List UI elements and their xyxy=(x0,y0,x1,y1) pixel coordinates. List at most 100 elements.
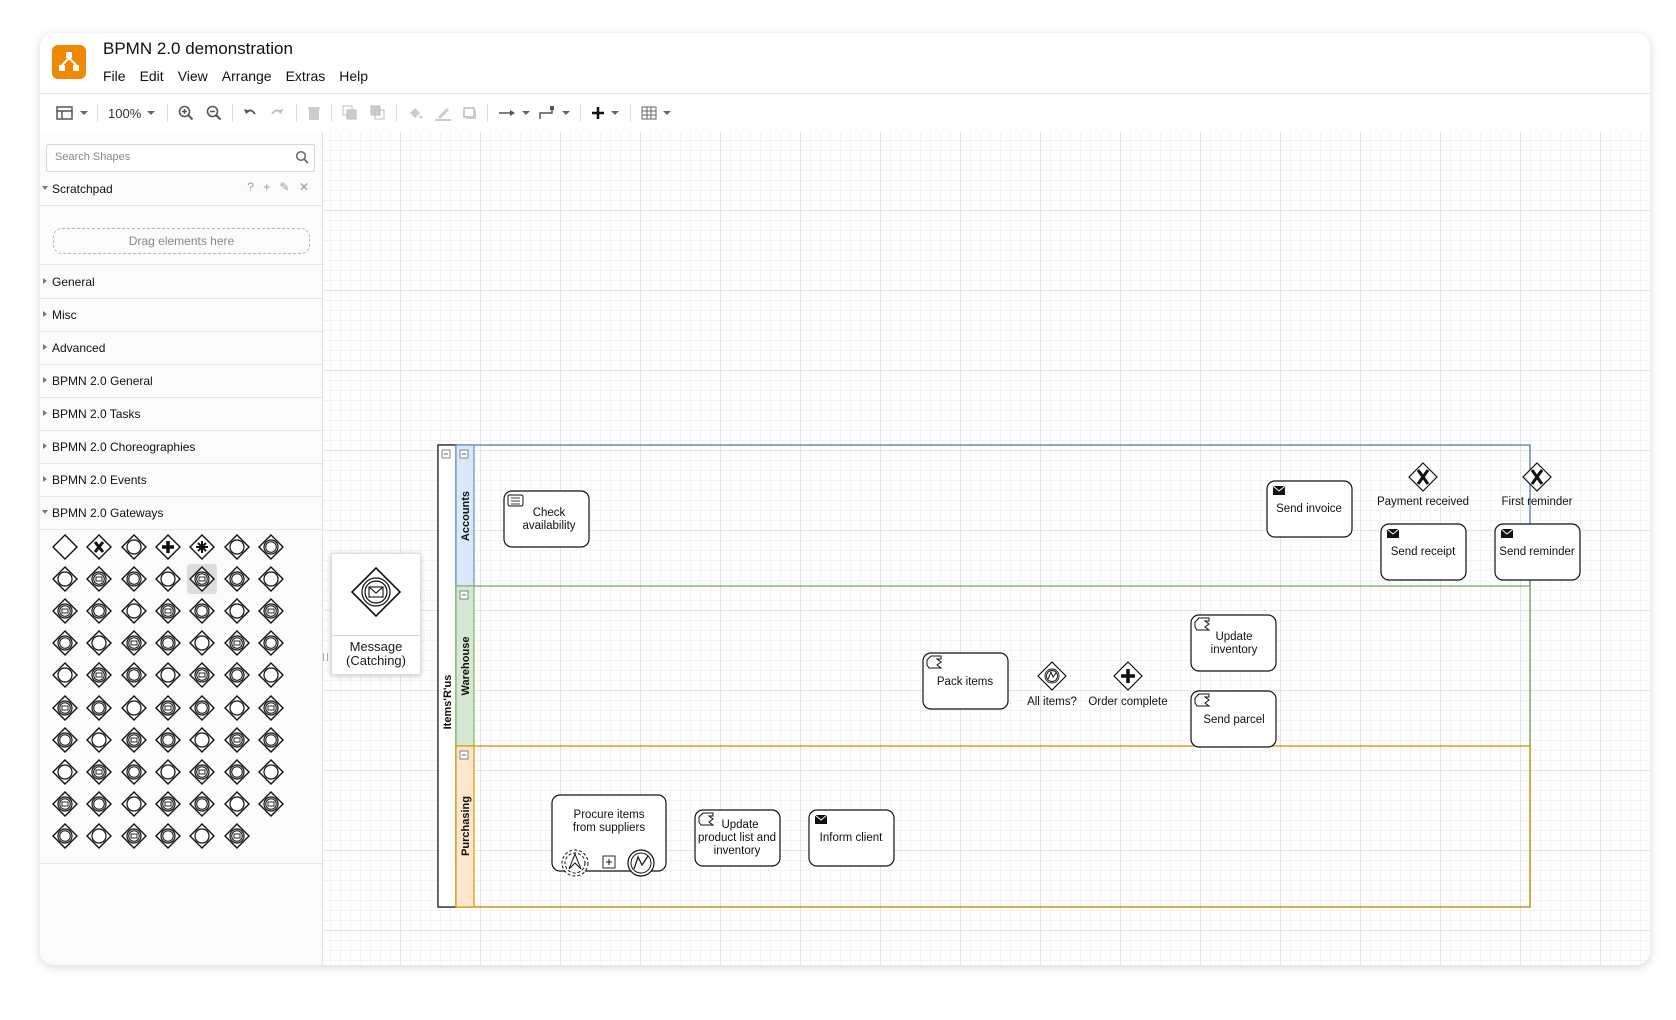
gateway-shape-icon[interactable] xyxy=(84,628,114,658)
gateway-shape-icon[interactable] xyxy=(222,757,252,787)
lane-accounts[interactable]: Accounts xyxy=(455,444,1531,587)
gateway-shape-icon[interactable] xyxy=(50,789,80,819)
gateway-shape-icon[interactable] xyxy=(153,660,183,690)
gateway-shape-icon[interactable] xyxy=(187,789,217,819)
gateway-shape-icon[interactable] xyxy=(256,628,286,658)
gateway-shape-icon[interactable] xyxy=(84,789,114,819)
gateway-shape-icon[interactable] xyxy=(256,757,286,787)
search-input[interactable] xyxy=(53,150,287,164)
section-general[interactable]: General xyxy=(40,265,322,299)
gateway-shape-icon[interactable] xyxy=(222,789,252,819)
gateway-shape-icon[interactable] xyxy=(50,532,80,562)
gateway-shape-icon[interactable] xyxy=(153,693,183,723)
gateway-order-complete[interactable]: Order complete xyxy=(1088,661,1168,708)
gateway-shape-icon[interactable] xyxy=(256,725,286,755)
gateway-shape-icon[interactable] xyxy=(84,757,114,787)
task-send-receipt[interactable]: Send receipt xyxy=(1380,523,1467,581)
gateway-shape-icon[interactable] xyxy=(50,821,80,851)
gateway-shape-icon[interactable] xyxy=(256,532,286,562)
task-update-product-list[interactable]: Update product list and inventory xyxy=(694,809,781,867)
section-bpmn-gateways[interactable]: BPMN 2.0 Gateways xyxy=(40,496,322,530)
gateway-shape-icon[interactable] xyxy=(119,660,149,690)
gateway-shape-icon[interactable] xyxy=(222,660,252,690)
zoom-select[interactable]: 100% xyxy=(108,103,156,123)
menu-help[interactable]: Help xyxy=(339,68,368,84)
section-scratchpad[interactable]: Scratchpad ? + ✎ ✕ xyxy=(40,172,322,206)
gateway-payment-received[interactable]: Payment received xyxy=(1377,462,1469,508)
gateway-shape-icon[interactable] xyxy=(153,564,183,594)
view-panels-button[interactable] xyxy=(56,103,88,123)
gateway-shape-icon[interactable] xyxy=(256,596,286,626)
gateway-shape-icon[interactable] xyxy=(187,660,217,690)
section-misc[interactable]: Misc xyxy=(40,298,322,332)
gateway-shape-icon[interactable] xyxy=(119,821,149,851)
task-inform-client[interactable]: Inform client xyxy=(808,809,895,867)
gateway-all-items[interactable]: All items? xyxy=(1027,661,1077,708)
gateway-shape-icon[interactable] xyxy=(153,532,183,562)
menu-file[interactable]: File xyxy=(103,68,126,84)
fill-color-button[interactable] xyxy=(407,103,423,123)
document-title[interactable]: BPMN 2.0 demonstration xyxy=(103,39,293,59)
gateway-shape-icon[interactable] xyxy=(256,693,286,723)
gateway-shape-icon[interactable] xyxy=(256,789,286,819)
gateway-shape-icon[interactable] xyxy=(187,693,217,723)
gateway-shape-icon[interactable] xyxy=(256,660,286,690)
to-front-button[interactable] xyxy=(342,103,358,123)
diagram-canvas[interactable]: Items'R'us Accounts Warehouse Purchasing… xyxy=(323,132,1650,965)
table-button[interactable] xyxy=(641,103,671,123)
waypoints-button[interactable] xyxy=(538,103,570,123)
gateway-shape-icon[interactable] xyxy=(84,693,114,723)
menu-view[interactable]: View xyxy=(178,68,208,84)
zoom-out-button[interactable] xyxy=(206,103,222,123)
sidebar-resize-handle[interactable] xyxy=(323,653,328,661)
shadow-button[interactable] xyxy=(462,103,478,123)
line-color-button[interactable] xyxy=(434,103,452,123)
section-bpmn-events[interactable]: BPMN 2.0 Events xyxy=(40,463,322,497)
gateway-shape-icon[interactable] xyxy=(50,757,80,787)
delete-button[interactable] xyxy=(307,103,321,123)
gateway-shape-icon[interactable] xyxy=(84,532,114,562)
gateway-shape-icon[interactable] xyxy=(50,564,80,594)
gateway-shape-icon[interactable] xyxy=(222,693,252,723)
task-send-parcel[interactable]: Send parcel xyxy=(1190,690,1277,748)
gateway-shape-icon[interactable] xyxy=(50,725,80,755)
gateway-shape-icon[interactable] xyxy=(84,564,114,594)
gateway-shape-icon[interactable] xyxy=(84,725,114,755)
gateway-shape-icon[interactable] xyxy=(119,532,149,562)
subprocess-procure-items[interactable]: Procure items from suppliers xyxy=(551,794,667,877)
task-check-availability[interactable]: Check availability xyxy=(503,490,590,548)
gateway-shape-icon[interactable] xyxy=(119,757,149,787)
section-bpmn-tasks[interactable]: BPMN 2.0 Tasks xyxy=(40,397,322,431)
gateway-shape-icon[interactable] xyxy=(153,628,183,658)
gateway-shape-icon[interactable] xyxy=(222,821,252,851)
gateway-shape-icon[interactable] xyxy=(119,693,149,723)
scratchpad-tools[interactable]: ? + ✎ ✕ xyxy=(247,180,312,194)
task-send-reminder[interactable]: Send reminder xyxy=(1494,523,1581,581)
section-bpmn-choreographies[interactable]: BPMN 2.0 Choreographies xyxy=(40,430,322,464)
gateway-shape-icon[interactable] xyxy=(222,628,252,658)
gateway-shape-icon[interactable] xyxy=(187,725,217,755)
insert-button[interactable] xyxy=(591,103,619,123)
menu-extras[interactable]: Extras xyxy=(286,68,326,84)
gateway-shape-icon[interactable] xyxy=(187,628,217,658)
gateway-shape-icon[interactable] xyxy=(84,660,114,690)
gateway-shape-icon[interactable] xyxy=(153,821,183,851)
task-pack-items[interactable]: Pack items xyxy=(922,652,1009,710)
menu-arrange[interactable]: Arrange xyxy=(222,68,272,84)
gateway-shape-icon[interactable] xyxy=(84,821,114,851)
undo-button[interactable] xyxy=(242,103,258,123)
gateway-shape-icon[interactable] xyxy=(119,789,149,819)
gateway-shape-icon[interactable] xyxy=(50,693,80,723)
connection-style-button[interactable] xyxy=(498,103,530,123)
gateway-shape-icon[interactable] xyxy=(222,725,252,755)
gateway-shape-icon[interactable] xyxy=(119,564,149,594)
gateway-shape-icon[interactable] xyxy=(153,725,183,755)
gateway-first-reminder[interactable]: First reminder xyxy=(1502,462,1573,508)
gateway-shape-icon[interactable] xyxy=(119,628,149,658)
scratchpad-dropzone[interactable]: Drag elements here xyxy=(53,228,310,254)
menu-edit[interactable]: Edit xyxy=(140,68,164,84)
gateway-shape-icon[interactable] xyxy=(187,821,217,851)
gateway-shape-icon[interactable] xyxy=(50,596,80,626)
to-back-button[interactable] xyxy=(370,103,386,123)
task-update-inventory[interactable]: Update inventory xyxy=(1190,614,1277,672)
